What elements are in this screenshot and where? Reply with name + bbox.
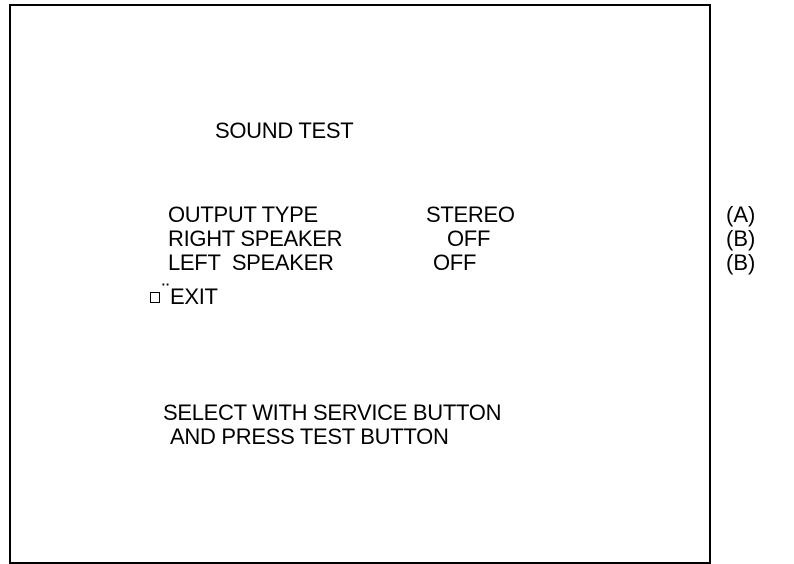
- menu-item-label: LEFT SPEAKER: [168, 250, 334, 275]
- menu-item-output-type[interactable]: OUTPUT TYPE STEREO: [168, 203, 568, 227]
- menu-note-right-speaker: (B): [726, 226, 756, 251]
- menu-note-output-type: (A): [726, 202, 756, 227]
- selection-cursor-icon: [150, 292, 160, 303]
- menu-item-label: RIGHT SPEAKER: [168, 226, 343, 251]
- test-screen-frame: [9, 4, 711, 564]
- menu-item-right-speaker[interactable]: RIGHT SPEAKER OFF: [168, 227, 568, 251]
- page-title: SOUND TEST: [215, 118, 354, 143]
- menu-item-exit[interactable]: EXIT: [170, 285, 218, 309]
- instruction-line-1: SELECT WITH SERVICE BUTTON: [163, 400, 502, 425]
- menu-note-left-speaker: (B): [726, 250, 756, 275]
- menu-item-value: OFF: [433, 250, 477, 275]
- selection-cursor-marks: ¨: [162, 279, 170, 304]
- menu-item-left-speaker[interactable]: LEFT SPEAKER OFF: [168, 251, 568, 275]
- instruction-line-2: AND PRESS TEST BUTTON: [170, 424, 449, 449]
- menu-item-value: STEREO: [426, 202, 515, 227]
- menu-item-label: OUTPUT TYPE: [168, 202, 318, 227]
- menu-item-value: OFF: [447, 226, 491, 251]
